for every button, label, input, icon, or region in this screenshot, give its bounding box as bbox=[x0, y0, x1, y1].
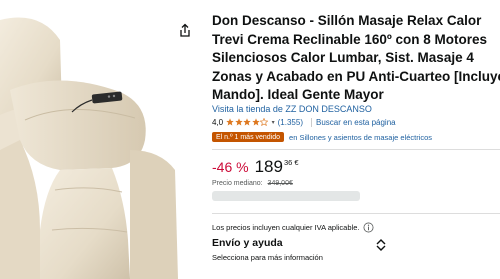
star-icon bbox=[234, 118, 243, 126]
rating-count-link[interactable]: (1.355) bbox=[278, 118, 303, 127]
divider bbox=[212, 213, 500, 214]
median-price: Precio mediano: 349,00€ bbox=[212, 180, 293, 187]
shipping-title[interactable]: Envío y ayuda bbox=[212, 237, 283, 249]
price-whole: 189 bbox=[254, 157, 283, 176]
star-icon bbox=[226, 118, 234, 126]
median-price-value: 349,00€ bbox=[267, 180, 293, 187]
product-info: Don Descanso - Sillón Masaje Relax Calor… bbox=[212, 12, 500, 105]
price-fraction: 36 € bbox=[283, 158, 299, 167]
chevron-down-icon[interactable]: ▾ bbox=[272, 119, 275, 126]
tax-note-row: Los precios incluyen cualquier IVA aplic… bbox=[212, 222, 374, 233]
rating-stars[interactable] bbox=[226, 118, 269, 126]
price-row: -46 % 189 36 € bbox=[212, 157, 299, 177]
bestseller-category-link[interactable]: en Sillones y asientos de masaje eléctri… bbox=[289, 133, 432, 142]
share-button[interactable] bbox=[176, 22, 194, 40]
discount-percent: -46 % bbox=[212, 159, 249, 175]
star-empty-icon bbox=[260, 118, 269, 126]
search-page-link[interactable]: Buscar en esta página bbox=[316, 118, 396, 127]
rating-value: 4,0 bbox=[212, 117, 224, 127]
share-icon bbox=[180, 23, 190, 37]
median-price-label: Precio mediano: bbox=[212, 180, 263, 187]
info-icon[interactable] bbox=[363, 222, 374, 233]
divider bbox=[212, 149, 500, 150]
star-icon bbox=[251, 118, 260, 126]
tax-note: Los precios incluyen cualquier IVA aplic… bbox=[212, 223, 360, 232]
recliner-chair-image bbox=[0, 17, 178, 279]
product-image[interactable] bbox=[0, 0, 180, 279]
bestseller-row: El n.º 1 más vendido en Sillones y asien… bbox=[212, 131, 432, 143]
product-title: Don Descanso - Sillón Masaje Relax Calor… bbox=[212, 13, 500, 102]
chevron-expand-icon[interactable] bbox=[374, 238, 388, 252]
rating-row: 4,0 ▾ (1.355) Buscar en esta página bbox=[212, 116, 396, 128]
shipping-subtitle: Selecciona para más información bbox=[212, 253, 323, 262]
bestseller-badge[interactable]: El n.º 1 más vendido bbox=[212, 132, 285, 142]
divider bbox=[311, 117, 312, 127]
loading-placeholder bbox=[212, 191, 360, 201]
star-icon bbox=[243, 118, 251, 126]
store-link[interactable]: Visita la tienda de ZZ DON DESCANSO bbox=[212, 104, 372, 114]
